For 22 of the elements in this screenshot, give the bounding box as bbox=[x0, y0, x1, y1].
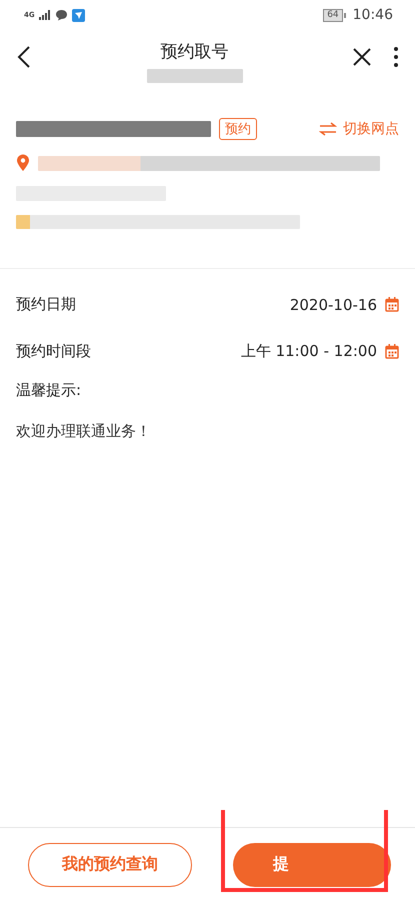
submit-button[interactable]: 提 bbox=[233, 842, 391, 886]
signal-icon bbox=[38, 10, 51, 20]
swap-icon bbox=[319, 122, 337, 136]
page-title: 预约取号 bbox=[160, 41, 228, 63]
field-value[interactable]: 2020-10-16 bbox=[290, 296, 377, 314]
field-label: 预约日期 bbox=[16, 295, 76, 314]
battery-level: 64 bbox=[323, 8, 343, 22]
my-reservations-button[interactable]: 我的预约查询 bbox=[28, 842, 192, 886]
reservation-tag: 预约 bbox=[219, 118, 257, 140]
tips-title: 温馨提示: bbox=[15, 380, 82, 400]
chat-icon bbox=[54, 9, 68, 21]
calendar-icon[interactable] bbox=[385, 344, 399, 359]
more-icon[interactable] bbox=[393, 46, 399, 68]
location-pin-icon bbox=[16, 154, 30, 172]
clock: 10:46 bbox=[352, 7, 393, 23]
app-icon bbox=[72, 8, 85, 22]
field-label: 预约时间段 bbox=[16, 342, 91, 361]
field-value[interactable]: 上午 11:00 - 12:00 bbox=[240, 342, 377, 361]
tips-text: 欢迎办理联通业务！ bbox=[15, 421, 152, 441]
calendar-icon[interactable] bbox=[385, 297, 399, 312]
close-icon[interactable] bbox=[351, 46, 373, 68]
switch-branch-link[interactable]: 切换网点 bbox=[319, 120, 399, 138]
